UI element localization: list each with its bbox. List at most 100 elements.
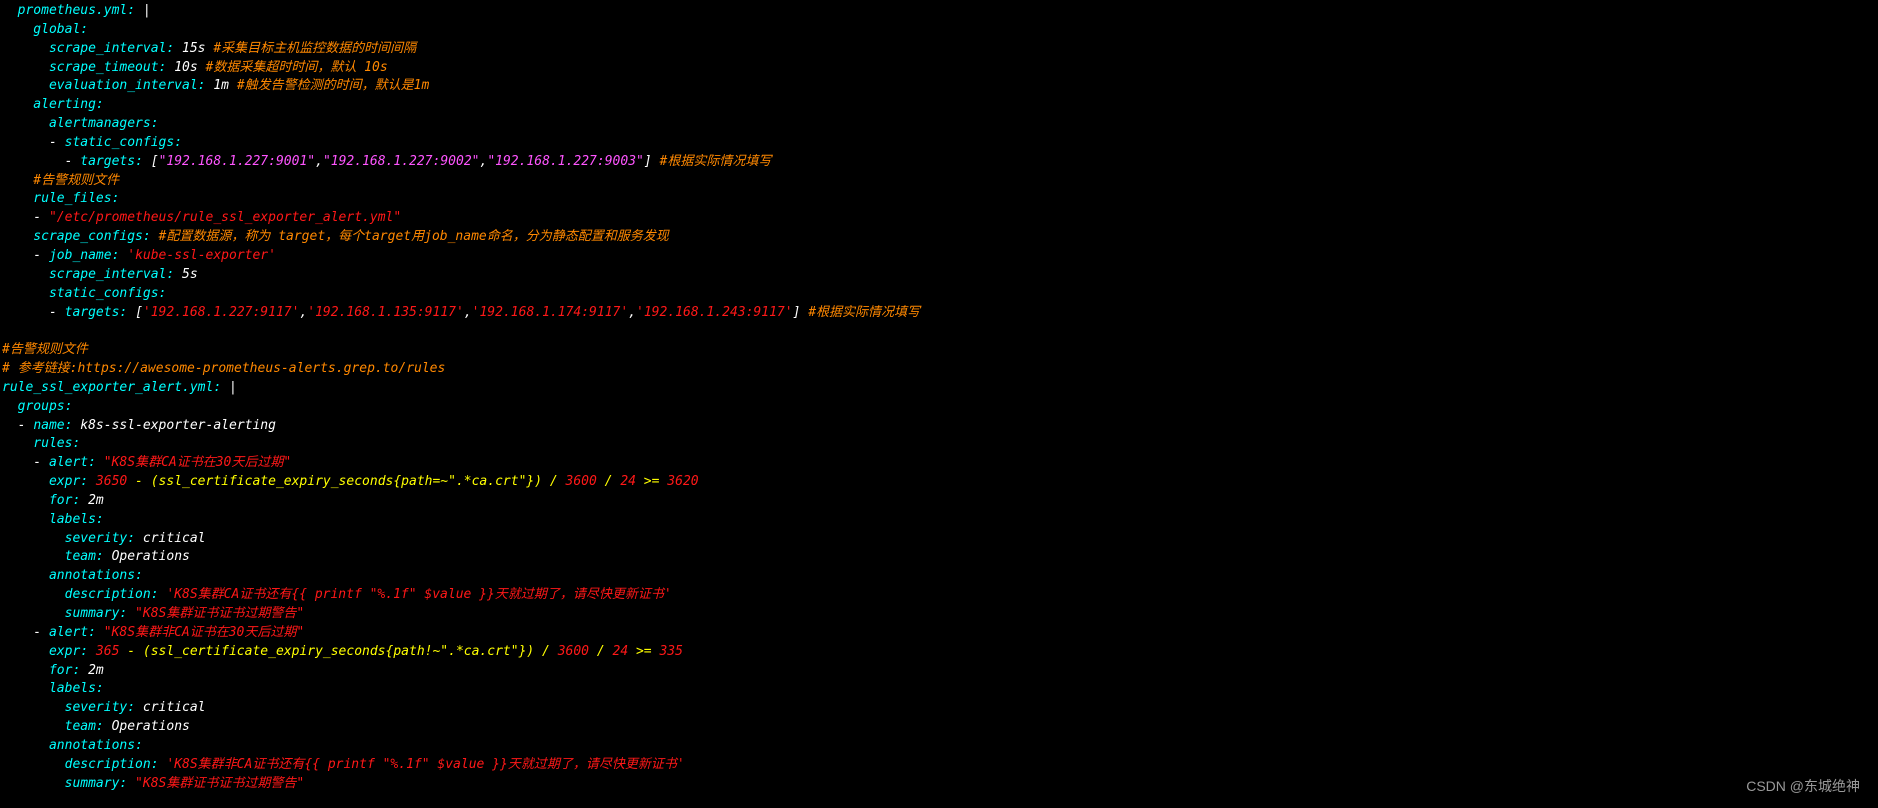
code-token: #根据实际情况填写 [660, 154, 772, 169]
code-token: 3620 [667, 474, 698, 489]
code-token: scrape_configs: [2, 229, 151, 244]
code-token: alertmanagers: [2, 116, 159, 131]
code-token: | [135, 3, 151, 18]
code-token: labels: [2, 681, 104, 696]
code-token: #根据实际情况填写 [808, 305, 920, 320]
code-token: ] [793, 305, 809, 320]
code-token: rules: [2, 436, 80, 451]
code-token: 2m [80, 663, 103, 678]
code-token: "192.168.1.227:9002" [323, 154, 480, 169]
code-token: - [2, 625, 49, 640]
code-token: rule_ssl_exporter_alert.yml: [2, 380, 221, 395]
code-token: , [464, 305, 472, 320]
code-token: 24 [613, 644, 629, 659]
code-token: "K8S集群证书证书过期警告" [127, 776, 304, 791]
code-token: critical [135, 700, 205, 715]
code-token: 3600 [566, 474, 597, 489]
code-token: rule_files: [2, 191, 119, 206]
code-token: evaluation_interval: [2, 78, 206, 93]
code-token: - (ssl_certificate_expiry_seconds{path!~… [119, 644, 557, 659]
code-token: #告警规则文件 [2, 173, 119, 188]
code-token: - [2, 154, 80, 169]
code-token: scrape_interval: [2, 41, 174, 56]
code-token: 'K8S集群CA证书还有{{ printf "%.1f" $value }}天就… [159, 587, 672, 602]
code-token: '192.168.1.135:9117' [307, 305, 464, 320]
code-token: description: [2, 587, 159, 602]
code-token: for: [2, 493, 80, 508]
code-token: 5s [174, 267, 197, 282]
code-token: targets: [65, 305, 128, 320]
code-token: #采集目标主机监控数据的时间间隔 [213, 41, 416, 56]
code-token: '192.168.1.227:9117' [143, 305, 300, 320]
code-token: for: [2, 663, 80, 678]
code-token: static_configs: [65, 135, 182, 150]
code-token: severity: [2, 531, 135, 546]
code-token: "K8S集群CA证书在30天后过期" [96, 455, 291, 470]
code-token: job_name: [49, 248, 119, 263]
yaml-code-block: prometheus.yml: | global: scrape_interva… [0, 0, 1878, 795]
code-token: 2m [80, 493, 103, 508]
code-token: "192.168.1.227:9001" [159, 154, 316, 169]
code-token: "192.168.1.227:9003" [487, 154, 644, 169]
code-token: 'K8S集群非CA证书还有{{ printf "%.1f" $value }}天… [159, 757, 685, 772]
code-token: groups: [2, 399, 72, 414]
code-token: labels: [2, 512, 104, 527]
code-token: annotations: [2, 738, 143, 753]
code-token: Operations [104, 549, 190, 564]
code-token: team: [2, 549, 104, 564]
code-token: team: [2, 719, 104, 734]
code-token: 365 [88, 644, 119, 659]
code-token: prometheus.yml: [2, 3, 135, 18]
code-token: - [2, 455, 49, 470]
code-token: 3650 [88, 474, 127, 489]
code-token: critical [135, 531, 205, 546]
code-token: 15s [174, 41, 213, 56]
code-token: k8s-ssl-exporter-alerting [72, 418, 276, 433]
code-token: alert: [49, 455, 96, 470]
code-token: '192.168.1.243:9117' [636, 305, 793, 320]
code-token: , [628, 305, 636, 320]
code-token: / [589, 644, 612, 659]
code-token: | [221, 380, 237, 395]
code-token: #触发告警检测的时间，默认是1m [237, 78, 429, 93]
code-token: "/etc/prometheus/rule_ssl_exporter_alert… [49, 210, 401, 225]
code-token: - (ssl_certificate_expiry_seconds{path=~… [127, 474, 565, 489]
code-token: scrape_timeout: [2, 60, 166, 75]
code-token: #配置数据源，称为 target，每个target用job_name命名，分为静… [151, 229, 669, 244]
code-token: "K8S集群非CA证书在30天后过期" [96, 625, 304, 640]
watermark: CSDN @东城绝神 [1746, 776, 1860, 796]
code-token: 3600 [558, 644, 589, 659]
code-token: ] [644, 154, 660, 169]
code-token: [ [143, 154, 159, 169]
code-token: global: [2, 22, 88, 37]
code-token: #告警规则文件 [2, 342, 88, 357]
code-token: - [2, 248, 49, 263]
code-token: 24 [620, 474, 636, 489]
code-token: targets: [80, 154, 143, 169]
code-token: - [2, 418, 33, 433]
code-token: Operations [104, 719, 190, 734]
code-token: 1m [206, 78, 237, 93]
code-token: summary: [2, 606, 127, 621]
code-token: name: [33, 418, 72, 433]
code-token: severity: [2, 700, 135, 715]
code-token: expr: [2, 474, 88, 489]
code-token: / [597, 474, 620, 489]
code-token: # 参考链接:https://awesome-prometheus-alerts… [2, 361, 445, 376]
code-token: , [315, 154, 323, 169]
code-token: "K8S集群证书证书过期警告" [127, 606, 304, 621]
code-token: - [2, 210, 49, 225]
code-token: #数据采集超时时间，默认 10s [206, 60, 388, 75]
code-token: description: [2, 757, 159, 772]
code-token [2, 323, 10, 338]
code-token: expr: [2, 644, 88, 659]
code-token: '192.168.1.174:9117' [472, 305, 629, 320]
code-token: 335 [659, 644, 682, 659]
code-token: [ [127, 305, 143, 320]
code-token: alert: [49, 625, 96, 640]
code-token: static_configs: [2, 286, 166, 301]
code-token: - [2, 135, 65, 150]
code-token: >= [628, 644, 659, 659]
code-token: summary: [2, 776, 127, 791]
code-token: 10s [166, 60, 205, 75]
